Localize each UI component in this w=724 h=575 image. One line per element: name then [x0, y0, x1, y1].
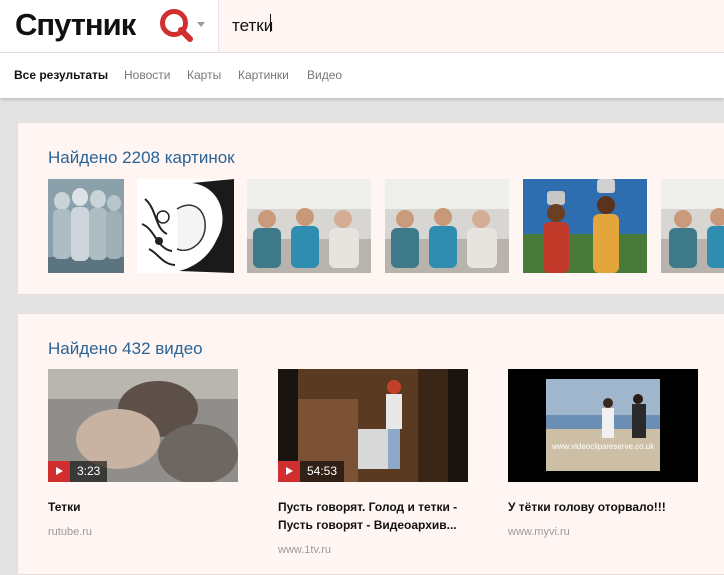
video-source[interactable]: www.1tv.ru — [278, 544, 331, 556]
video-duration: 3:23 — [70, 461, 108, 482]
video-title-link[interactable]: Пусть говорят. Голод и тетки - Пусть гов… — [278, 498, 468, 534]
image-thumbnail[interactable] — [137, 179, 234, 273]
video-title-link[interactable]: Тетки — [48, 498, 238, 516]
image-thumbnail[interactable] — [523, 179, 647, 273]
images-section-title[interactable]: Найдено 2208 картинок — [48, 148, 235, 168]
header: Спутник — [0, 0, 724, 53]
tab-images[interactable]: Картинки — [238, 68, 289, 82]
tab-news[interactable]: Новости — [124, 68, 170, 82]
play-icon[interactable] — [278, 461, 300, 482]
image-thumbnail[interactable] — [385, 179, 509, 273]
tab-all-results[interactable]: Все результаты — [14, 68, 108, 82]
search-input[interactable] — [219, 0, 724, 52]
video-source[interactable]: www.myvi.ru — [508, 526, 570, 538]
tab-maps[interactable]: Карты — [187, 68, 221, 82]
video-thumbnail[interactable]: www.videoclipsreserve.co.uk — [508, 369, 698, 482]
search-tabs: Все результаты Новости Карты Картинки Ви… — [0, 53, 724, 98]
videos-result-card: Найдено 432 видео 3:23 Тетки rutube.ru 5… — [17, 313, 724, 575]
video-watermark: www.videoclipsreserve.co.uk — [551, 442, 655, 451]
chevron-down-icon[interactable] — [197, 22, 205, 27]
image-thumbnail[interactable] — [48, 179, 124, 273]
video-thumbnail[interactable]: 3:23 — [48, 369, 238, 482]
logo-text: Спутник — [15, 7, 136, 42]
video-duration: 54:53 — [300, 461, 345, 482]
text-cursor — [270, 14, 271, 32]
logo[interactable]: Спутник — [0, 0, 219, 52]
video-source[interactable]: rutube.ru — [48, 526, 92, 538]
search-logo-icon — [160, 9, 193, 42]
image-thumbnail[interactable] — [247, 179, 371, 273]
tab-video[interactable]: Видео — [307, 68, 342, 82]
image-thumbnail[interactable] — [661, 179, 724, 273]
video-thumbnail[interactable]: 54:53 — [278, 369, 468, 482]
play-icon[interactable] — [48, 461, 70, 482]
videos-section-title[interactable]: Найдено 432 видео — [48, 339, 203, 359]
images-result-card: Найдено 2208 картинок — [17, 122, 724, 295]
video-title-link[interactable]: У тётки голову оторвало!!! — [508, 498, 698, 516]
